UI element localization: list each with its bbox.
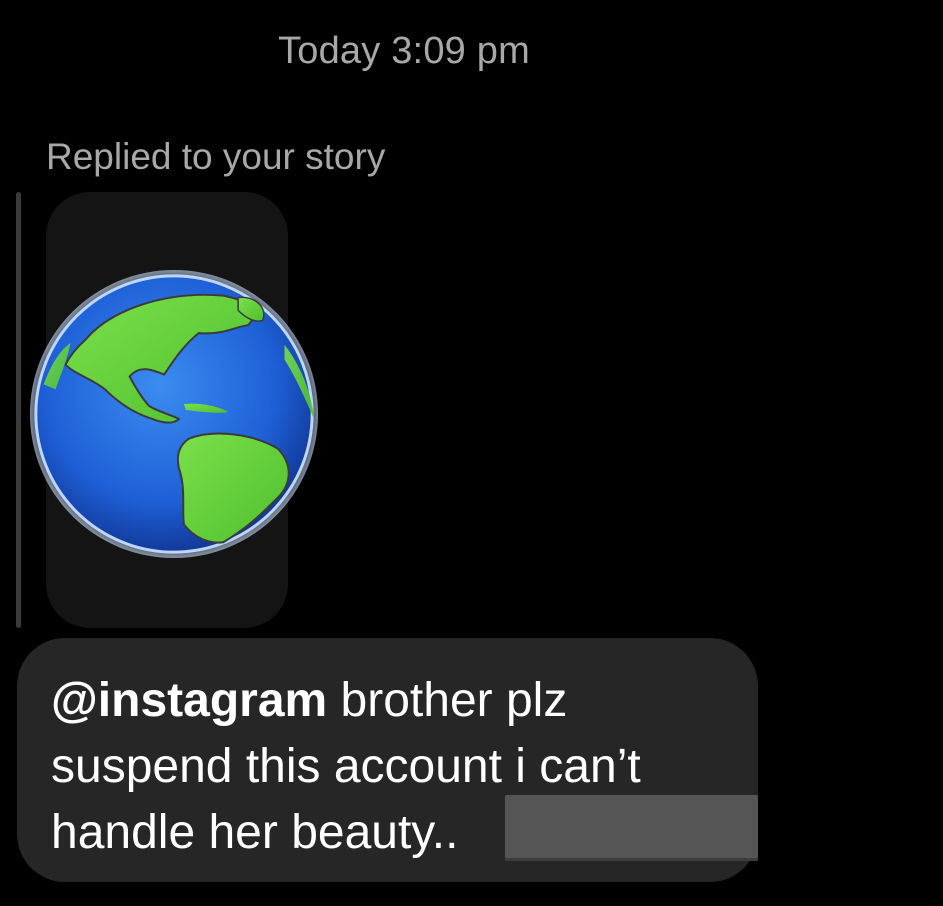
message-line2: suspend this account i can’t <box>51 740 641 793</box>
message-line1: brother plz <box>327 674 568 727</box>
globe-americas-icon <box>26 266 322 562</box>
mention-link[interactable]: @instagram <box>51 674 327 727</box>
message-timestamp: Today 3:09 pm <box>278 30 530 72</box>
replied-to-story-label: Replied to your story <box>46 136 386 177</box>
redaction-block <box>505 795 758 861</box>
message-line3: handle her beauty.. <box>51 806 459 859</box>
globe-svg <box>29 269 319 559</box>
reply-indicator-bar <box>16 192 21 628</box>
